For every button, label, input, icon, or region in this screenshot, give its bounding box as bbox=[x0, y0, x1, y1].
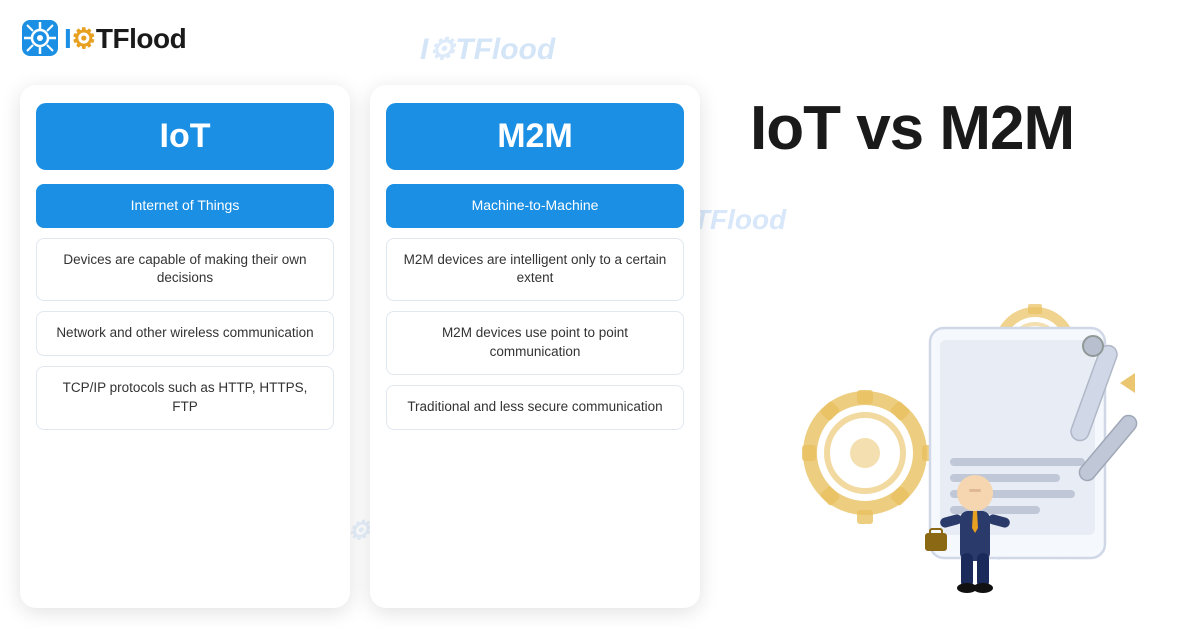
robot-illustration bbox=[775, 268, 1155, 608]
title-section: IoT vs M2M bbox=[720, 85, 1180, 608]
iot-item-2: Devices are capable of making their own … bbox=[36, 238, 334, 302]
iot-item-4: TCP/IP protocols such as HTTP, HTTPS, FT… bbox=[36, 366, 334, 430]
main-container: IoT Internet of Things Devices are capab… bbox=[20, 85, 1180, 608]
m2m-card: M2M Machine-to-Machine M2M devices are i… bbox=[370, 85, 700, 608]
m2m-item-4: Traditional and less secure communicatio… bbox=[386, 385, 684, 430]
iot-item-3: Network and other wireless communication bbox=[36, 311, 334, 356]
m2m-item-3: M2M devices use point to point communica… bbox=[386, 311, 684, 375]
m2m-item-2: M2M devices are intelligent only to a ce… bbox=[386, 238, 684, 302]
watermark-top: I⚙TFlood bbox=[420, 30, 555, 67]
page-title: IoT vs M2M bbox=[750, 95, 1180, 163]
logo-text: I⚙TFlood bbox=[64, 22, 186, 55]
m2m-card-header: M2M bbox=[386, 103, 684, 170]
m2m-item-1: Machine-to-Machine bbox=[386, 184, 684, 228]
logo: I⚙TFlood bbox=[20, 18, 186, 58]
illustration bbox=[750, 183, 1180, 608]
iot-card-header: IoT bbox=[36, 103, 334, 170]
iot-card: IoT Internet of Things Devices are capab… bbox=[20, 85, 350, 608]
logo-icon bbox=[20, 18, 60, 58]
iot-item-1: Internet of Things bbox=[36, 184, 334, 228]
cards-container: IoT Internet of Things Devices are capab… bbox=[20, 85, 700, 608]
